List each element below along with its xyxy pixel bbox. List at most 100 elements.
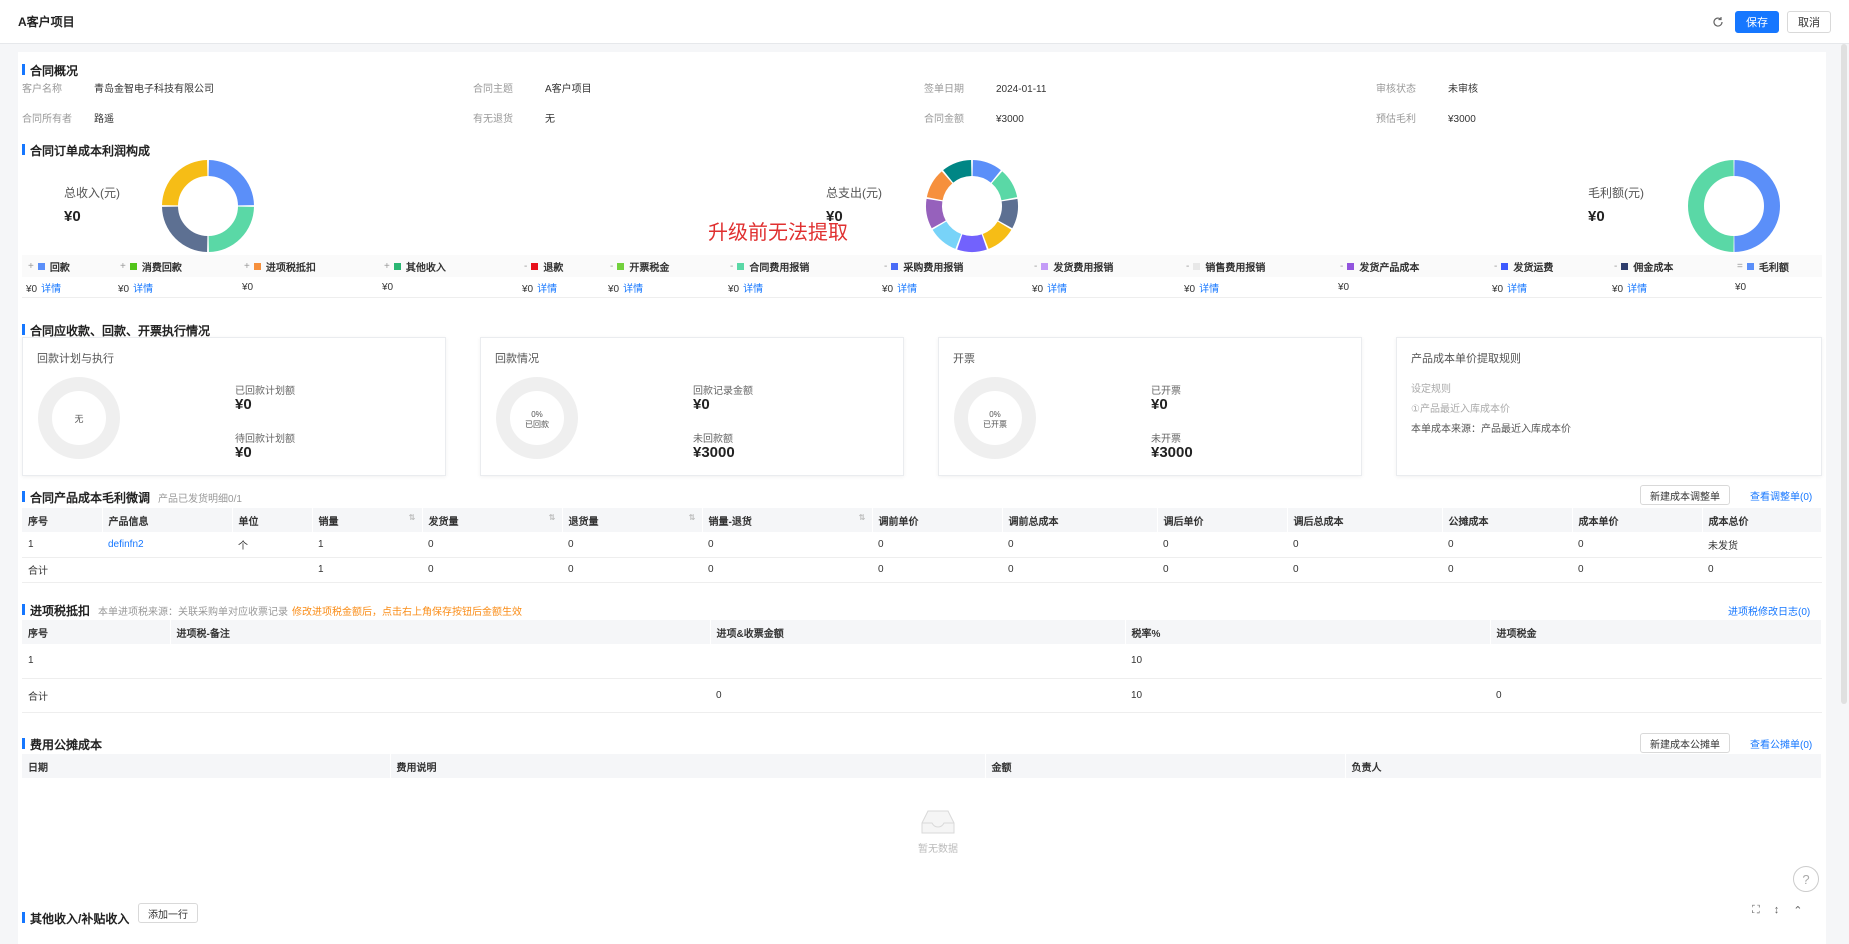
detail-link[interactable]: 详情	[537, 284, 557, 295]
legend-label: 毛利额	[1758, 262, 1789, 274]
donut-segment	[1688, 160, 1735, 252]
tax-log-link[interactable]: 进项税修改日志(0)	[1728, 603, 1810, 618]
table-cell: 0	[562, 557, 702, 583]
legend-value: ¥0	[382, 282, 393, 293]
table-cell: 1	[312, 532, 422, 558]
legend-value: ¥0 详情	[1032, 280, 1067, 295]
legend-item: = 毛利额	[1737, 259, 1789, 274]
detail-link[interactable]: 详情	[743, 284, 763, 295]
expense-chart-label: 总支出(元)	[826, 186, 882, 200]
column-header: 负责人	[1345, 754, 1822, 778]
overview-field: 合同所有者 路遥	[22, 110, 114, 125]
profit-chart-label: 毛利额(元)	[1588, 186, 1644, 200]
overview-field: 预估毛利 ¥3000	[1376, 110, 1476, 125]
card-label-2: 未回款额	[693, 434, 733, 445]
sort-icon[interactable]: ⇅	[549, 513, 556, 522]
new-cost-share-button[interactable]: 新建成本公摊单	[1640, 733, 1730, 753]
column-header-label: 序号	[28, 628, 48, 640]
column-header-label: 调后单价	[1163, 516, 1204, 528]
rule-item: ①产品最近入库成本价	[1411, 404, 1510, 415]
add-row-button[interactable]: 添加一行	[138, 903, 198, 923]
income-donut	[162, 160, 254, 252]
legend-label: 退款	[543, 262, 564, 274]
ring-text: 无	[74, 414, 83, 424]
field-label: 审核状态	[1376, 84, 1416, 95]
donut-segment	[208, 160, 254, 206]
legend-swatch	[531, 262, 539, 270]
table-row: 1 10	[22, 644, 1822, 679]
column-header[interactable]: 退货量 ⇅	[562, 508, 703, 532]
field-label: 签单日期	[924, 84, 964, 95]
sort-icon[interactable]: ⇅	[859, 513, 866, 522]
card-amount-1: ¥0	[235, 396, 252, 413]
column-header: 调后总成本	[1287, 508, 1443, 532]
table-cell: 0	[1442, 557, 1572, 583]
view-adjust-link[interactable]: 查看调整单(0)	[1750, 488, 1812, 503]
invoice-ring: 0%已开票	[954, 377, 1036, 459]
legend-value: ¥0 详情	[1492, 280, 1527, 295]
card-title: 回款情况	[495, 353, 539, 365]
help-icon[interactable]: ?	[1793, 866, 1819, 892]
column-header[interactable]: 销量-退货 ⇅	[702, 508, 873, 532]
column-header[interactable]: 发货量 ⇅	[422, 508, 563, 532]
svg-text:0%: 0%	[989, 410, 1001, 419]
detail-link[interactable]: 详情	[41, 284, 61, 295]
column-header-label: 金额	[991, 762, 1012, 774]
profit-chart-value: ¥0	[1588, 208, 1605, 225]
detail-link[interactable]: 详情	[897, 284, 917, 295]
column-header: 金额	[985, 754, 1346, 778]
donut-segment	[943, 160, 972, 183]
column-header-label: 负责人	[1351, 762, 1382, 774]
table-cell: 1	[312, 557, 422, 583]
overview-title: 合同概况	[22, 62, 78, 79]
donut-segment	[932, 221, 962, 249]
value-amount: ¥0	[1492, 284, 1504, 295]
column-header[interactable]: 销量 ⇅	[312, 508, 423, 532]
scrollbar[interactable]	[1841, 44, 1847, 704]
fee-title: 费用公摊成本	[22, 736, 102, 753]
field-value: 路遥	[94, 114, 114, 125]
legend-value: ¥0 详情	[26, 280, 61, 295]
save-button[interactable]: 保存	[1735, 10, 1779, 33]
svg-text:已回款: 已回款	[525, 419, 549, 429]
detail-link[interactable]: 详情	[1199, 284, 1219, 295]
column-header-label: 销量-退货	[708, 516, 752, 528]
column-header-label: 进项税-备注	[176, 628, 230, 640]
donut-segment	[982, 221, 1012, 249]
table-cell[interactable]: definfn2	[102, 532, 232, 558]
legend-operator: -	[524, 260, 528, 272]
detail-link[interactable]: 详情	[623, 284, 643, 295]
sort-icon[interactable]: ⇅	[689, 513, 696, 522]
cancel-button[interactable]: 取消	[1787, 10, 1831, 33]
fullscreen-icon[interactable]: ⛶	[1752, 904, 1760, 917]
table-header-row: 序号 进项税-备注 进项&收票金额 税率% 进项税金	[22, 620, 1822, 644]
new-cost-adjust-button[interactable]: 新建成本调整单	[1640, 485, 1730, 505]
table-cell: 合计	[22, 557, 102, 583]
column-height-icon[interactable]: ↕	[1774, 904, 1780, 917]
column-header-label: 调前单价	[878, 516, 919, 528]
column-header: 调前单价	[872, 508, 1003, 532]
detail-link[interactable]: 详情	[1047, 284, 1067, 295]
detail-link[interactable]: 详情	[1627, 284, 1647, 295]
legend-value: ¥0	[1735, 282, 1746, 293]
sort-icon[interactable]: ⇅	[409, 513, 416, 522]
view-share-link[interactable]: 查看公摊单(0)	[1750, 736, 1812, 751]
overview-field: 审核状态 未审核	[1376, 80, 1478, 95]
detail-link[interactable]: 详情	[133, 284, 153, 295]
legend-swatch	[253, 262, 261, 270]
field-value: 未审核	[1448, 84, 1478, 95]
legend-item: - 销售费用报销	[1186, 259, 1265, 274]
legend-operator: +	[120, 260, 126, 272]
legend-swatch	[1621, 262, 1629, 270]
column-header-label: 日期	[28, 762, 48, 774]
table-cell: 10	[1125, 644, 1490, 679]
card-amount-2: ¥3000	[1151, 444, 1193, 461]
legend-swatch	[37, 262, 45, 270]
legend-item: - 采购费用报销	[884, 259, 963, 274]
refresh-icon[interactable]	[1709, 13, 1727, 31]
table-cell: 0	[1572, 532, 1702, 558]
detail-link[interactable]: 详情	[1507, 284, 1527, 295]
legend-operator: +	[244, 260, 250, 272]
chevron-up-icon[interactable]: ⌃	[1793, 904, 1802, 917]
legend-operator: -	[1340, 260, 1344, 272]
